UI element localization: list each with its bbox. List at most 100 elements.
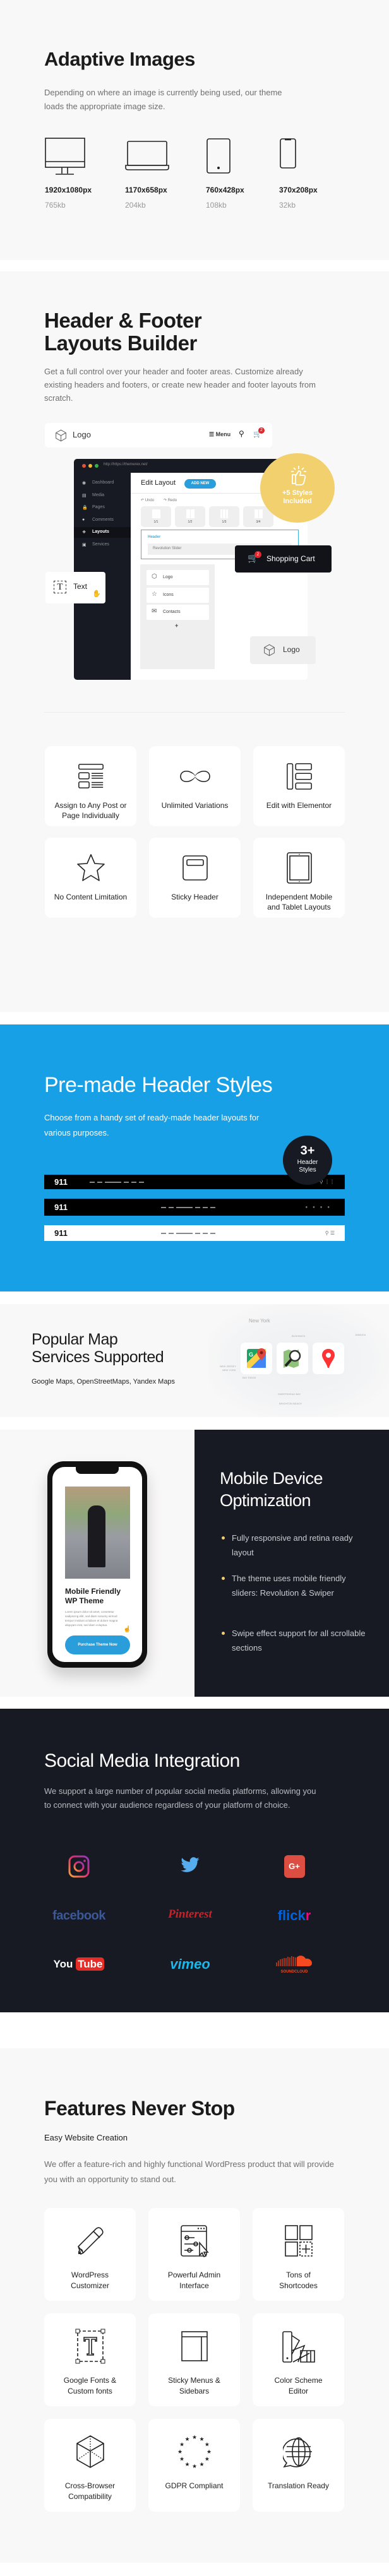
device-item: 1920x1080px 765kb (45, 138, 121, 210)
map-label: JAMAICA (355, 1333, 366, 1336)
header-style-2[interactable]: 911 ●●●● (44, 1199, 345, 1216)
officer-figure (88, 1505, 105, 1567)
map-label: BUSHWICK (292, 1334, 306, 1338)
component-contacts[interactable]: ✉ Contacts (147, 605, 209, 620)
resolution-label: 1170x658px (125, 186, 167, 194)
flickr-text: flick (277, 1908, 306, 1923)
column-layout-icon (175, 509, 205, 518)
instagram-icon[interactable] (38, 1855, 120, 1881)
feature-card: Independent Mobile and Tablet Layouts (253, 838, 345, 918)
svg-text:★: ★ (204, 2456, 209, 2462)
svg-text:★: ★ (179, 2456, 184, 2462)
svg-text:★: ★ (179, 2442, 184, 2448)
svg-text:★: ★ (206, 2448, 211, 2455)
yandex-maps-icon (313, 1343, 344, 1374)
resolution-label: 370x208px (279, 186, 318, 194)
column-option[interactable]: 1/1 (141, 506, 171, 527)
section-title: Pre-made Header Styles (44, 1073, 273, 1097)
text-element-card[interactable]: T Text ✋ (45, 572, 105, 603)
logo-element-card[interactable]: Logo (250, 636, 316, 664)
cart-count-badge: 2 (254, 551, 261, 558)
menu-button[interactable]: ☰ Menu (209, 431, 230, 438)
soundcloud-logo[interactable]: SOUNDCLOUD (253, 1954, 335, 1974)
mobile-features-panel: Mobile Device Optimization (194, 1430, 389, 1697)
feature-card: Sticky Menus & Sidebars (148, 2313, 240, 2406)
sidebar-item-label: Services (92, 542, 109, 547)
title-line: Optimization (220, 1491, 311, 1510)
column-option[interactable]: 1/2 (175, 506, 205, 527)
menu-label: Menu (215, 431, 231, 437)
shortcodes-icon (253, 2222, 344, 2260)
phone-showcase: Mobile Friendly WP Theme Lorem ipsum dol… (0, 1430, 194, 1697)
column-option[interactable]: 1/3 (209, 506, 239, 527)
purchase-theme-button[interactable]: Purchase Theme Now (65, 1635, 130, 1654)
sidebar-icon: ● (82, 517, 85, 522)
header-styles-count-badge: 3+ Header Styles (283, 1136, 332, 1185)
component-label: Contacts (163, 610, 181, 614)
add-new-button[interactable]: ADD NEW (184, 479, 216, 489)
sidebar-item-media[interactable]: ▤ Media (74, 490, 131, 501)
cube-logo-icon (264, 644, 275, 656)
feature-card: Translation Ready (253, 2419, 344, 2512)
sidebar-item-comments[interactable]: ● Comments (74, 515, 131, 526)
redo-button[interactable]: ↷ Redo (164, 498, 177, 502)
youtube-logo[interactable]: You Tube (38, 1957, 120, 1971)
logo-icon: ⬡ (152, 573, 157, 580)
youtube-text: You (53, 1958, 73, 1970)
twitter-icon[interactable] (149, 1855, 231, 1879)
edit-layout-title: Edit Layout (141, 479, 176, 487)
undo-button[interactable]: ↶ Undo (141, 498, 154, 502)
sidebar-item-layouts[interactable]: ❖ Layouts (74, 527, 131, 538)
feature-label: Color Scheme Editor (274, 2376, 323, 2395)
vimeo-logo[interactable]: vimeo (149, 1956, 231, 1973)
laptop-icon (125, 138, 201, 183)
section-description: We support a large number of popular soc… (44, 1786, 316, 1810)
nav-menu (160, 1232, 215, 1234)
sidebar-icon: ◉ (82, 481, 87, 485)
flickr-logo[interactable]: flickr (253, 1908, 335, 1924)
svg-text:★: ★ (199, 2436, 204, 2442)
feature-card: Cross-Browser Compatibility (44, 2419, 136, 2512)
svg-text:★: ★ (184, 2461, 189, 2467)
phone-mockup: Mobile Friendly WP Theme Lorem ipsum dol… (47, 1461, 147, 1668)
column-label: 1/3 (222, 520, 227, 524)
section-title: Adaptive Images (44, 48, 195, 70)
feature-card: Color Scheme Editor (253, 2313, 344, 2406)
sidebar-item-services[interactable]: ▣ Services (74, 540, 131, 550)
header-style-3[interactable]: 911 ⚲ ☰ (44, 1225, 345, 1241)
section-title: Header & Footer Layouts Builder (44, 309, 202, 355)
facebook-logo[interactable]: facebook (38, 1909, 120, 1923)
column-label: 1/1 (153, 520, 159, 524)
sidebar-item-label: Dashboard (92, 480, 114, 485)
sidebar-item-label: Layouts (92, 530, 109, 534)
component-icons[interactable]: ☆ Icons (147, 587, 209, 603)
openstreetmap-icon (277, 1343, 308, 1374)
shopping-cart-widget[interactable]: 🛒 2 Shopping Cart (235, 545, 332, 573)
features-section: Features Never Stop Easy Website Creatio… (0, 2048, 389, 2563)
file-size-label: 204kb (125, 201, 146, 210)
phone-icon (279, 138, 355, 183)
add-component-button[interactable]: + (175, 622, 178, 629)
sidebar-item-pages[interactable]: 🔒 Pages (74, 502, 131, 513)
divider (44, 712, 345, 713)
youtube-text: Tube (76, 1957, 105, 1971)
column-label: 1/2 (188, 520, 193, 524)
thumbs-up-icon (291, 466, 306, 485)
phone-body-text: Lorem ipsum dolor sit amet, consetetur s… (65, 1610, 118, 1627)
logo-text: Logo (73, 430, 91, 439)
adaptive-images-section: Adaptive Images Depending on where an im… (0, 0, 389, 260)
components-panel: ⬡ Logo ☆ Icons ✉ Contacts + (140, 564, 215, 669)
logo-label: Logo (283, 645, 300, 654)
component-logo[interactable]: ⬡ Logo (147, 570, 209, 585)
google-plus-icon[interactable]: G+ (253, 1855, 335, 1878)
flickr-text: r (305, 1908, 311, 1923)
search-icon[interactable]: ⚲ (239, 429, 244, 438)
component-label: Logo (163, 575, 173, 579)
sidebar-item-label: Pages (92, 505, 105, 509)
header-preview-bar: Logo ☰ Menu ⚲ 🛒 2 (45, 423, 272, 448)
svg-text:★: ★ (184, 2436, 189, 2442)
sidebar-item-dashboard[interactable]: ◉ Dashboard (74, 478, 131, 489)
feature-label: No Content Limitation (54, 893, 128, 901)
pinterest-logo[interactable]: Pinterest (149, 1908, 231, 1921)
feature-label: Translation Ready (268, 2481, 329, 2490)
